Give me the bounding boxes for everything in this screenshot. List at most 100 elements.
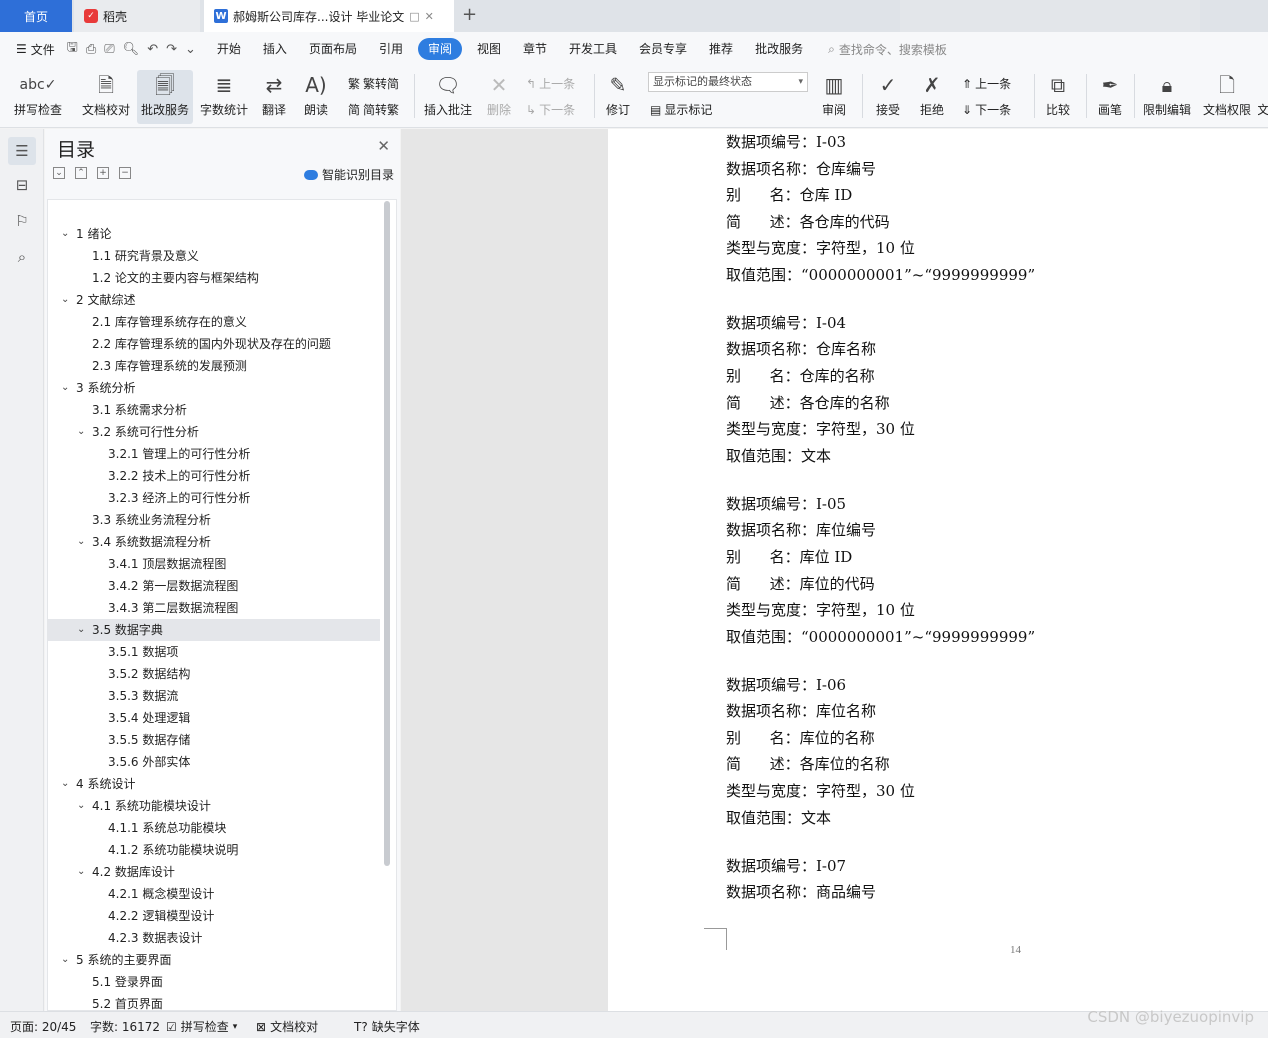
translate-button[interactable]: ⇄ 翻译 (256, 70, 292, 124)
toc-item[interactable]: ⌄ 1 绪论 (48, 223, 380, 245)
toc-item[interactable]: ⌄ 2 文献综述 (48, 289, 380, 311)
toc-item[interactable]: 3.5.2 数据结构 (48, 663, 380, 685)
spellcheck-button[interactable]: abc✓ 拼写检查 (10, 70, 66, 124)
navigation-rail-icon[interactable]: ⊟ (8, 171, 36, 199)
toc-item[interactable]: 4.2.1 概念模型设计 (48, 883, 380, 905)
chevron-down-icon[interactable]: ⌄ (77, 531, 85, 553)
toc-item[interactable]: 1.2 论文的主要内容与框架结构 (48, 267, 380, 289)
doc-permission-button[interactable]: 🗋 文档权限 (1200, 70, 1254, 124)
menu-member[interactable]: 会员专享 (628, 38, 698, 60)
markup-state-select[interactable]: 显示标记的最终状态 ▾ (648, 72, 808, 92)
read-aloud-button[interactable]: A) 朗读 (300, 70, 332, 124)
simp-to-trad-button[interactable]: 简简转繁 (348, 101, 399, 118)
menu-chapter[interactable]: 章节 (512, 38, 558, 60)
toc-item[interactable]: 5.2 首页界面 (48, 993, 380, 1010)
toc-rail-icon[interactable]: ☰ (8, 137, 36, 165)
show-markup-button[interactable]: ▤ 显示标记 (650, 101, 712, 118)
chevron-down-icon[interactable]: ⌄ (77, 421, 85, 443)
toc-item[interactable]: ⌄ 3 系统分析 (48, 377, 380, 399)
toc-item[interactable]: 3.2.1 管理上的可行性分析 (48, 443, 380, 465)
menu-reference[interactable]: 引用 (368, 38, 414, 60)
chevron-down-icon[interactable]: ⌄ (77, 795, 85, 817)
document-page[interactable] (608, 129, 1268, 1011)
toc-item[interactable]: ⌄ 3.5 数据字典 (48, 619, 380, 641)
correction-service-button[interactable]: 🗐 批改服务 (137, 70, 193, 124)
reject-button[interactable]: ✗ 拒绝 (914, 70, 950, 124)
remove-heading-icon[interactable]: − (119, 167, 131, 179)
undo-icon[interactable]: ↶ (147, 42, 158, 57)
word-count-button[interactable]: ≣ 字数统计 (198, 70, 250, 124)
spellcheck-status[interactable]: ☑ 拼写检查 ▾ (166, 1018, 237, 1035)
word-count-indicator[interactable]: 字数: 16172 (90, 1018, 160, 1035)
toc-item[interactable]: 3.2.2 技术上的可行性分析 (48, 465, 380, 487)
file-menu[interactable]: ☰ 文件 (0, 41, 67, 58)
doc-proof-button[interactable]: 🗎 文档校对 (78, 70, 134, 124)
tab-daoke[interactable]: ✓ 稻壳 (74, 0, 200, 32)
print-icon[interactable]: ⎚ (104, 42, 114, 57)
toc-item[interactable]: ⌄ 3.2 系统可行性分析 (48, 421, 380, 443)
toc-item[interactable]: 3.4.3 第二层数据流程图 (48, 597, 380, 619)
close-tab-icon[interactable]: ✕ (425, 10, 434, 23)
tab-document[interactable]: W 郝姆斯公司库存...设计 毕业论文 □ ✕ (204, 0, 454, 32)
toc-item[interactable]: ⌄ 4.1 系统功能模块设计 (48, 795, 380, 817)
export-icon[interactable]: ⎙ (86, 42, 96, 57)
toc-item[interactable]: 3.1 系统需求分析 (48, 399, 380, 421)
collapse-all-icon[interactable]: ⌄ (53, 167, 65, 179)
compare-button[interactable]: ⧉ 比较 (1040, 70, 1076, 124)
truncated-button[interactable]: 文 (1258, 70, 1268, 124)
chevron-down-icon[interactable]: ⌄ (77, 619, 85, 641)
toc-item[interactable]: 3.5.1 数据项 (48, 641, 380, 663)
chevron-down-icon[interactable]: ⌄ (77, 861, 85, 883)
menu-start[interactable]: 开始 (206, 38, 252, 60)
toc-item[interactable]: 4.2.3 数据表设计 (48, 927, 380, 949)
toc-item[interactable]: 2.2 库存管理系统的国内外现状及存在的问题 (48, 333, 380, 355)
toc-item[interactable]: ⌄ 5 系统的主要界面 (48, 949, 380, 971)
restrict-edit-button[interactable]: 🔒︎ 限制编辑 (1140, 70, 1194, 124)
menu-view[interactable]: 视图 (466, 38, 512, 60)
bookmark-rail-icon[interactable]: ⚐ (8, 207, 36, 235)
pen-button[interactable]: ✒ 画笔 (1094, 70, 1126, 124)
toc-item[interactable]: 4.1.1 系统总功能模块 (48, 817, 380, 839)
chevron-down-icon[interactable]: ⌄ (61, 773, 69, 795)
chevron-down-icon[interactable]: ⌄ (61, 223, 69, 245)
toc-item[interactable]: 2.3 库存管理系统的发展预测 (48, 355, 380, 377)
toc-item[interactable]: 1.1 研究背景及意义 (48, 245, 380, 267)
review-pane-button[interactable]: ▥ 审阅 (816, 70, 852, 124)
save-icon[interactable]: 🖫 (67, 38, 78, 60)
tab-home[interactable]: 首页 (0, 0, 72, 32)
toc-item[interactable]: 3.5.4 处理逻辑 (48, 707, 380, 729)
toc-item[interactable]: 3.4.2 第一层数据流程图 (48, 575, 380, 597)
toc-item[interactable]: ⌄ 3.4 系统数据流程分析 (48, 531, 380, 553)
pin-icon[interactable]: □ (409, 10, 419, 23)
toc-item[interactable]: ⌄ 4 系统设计 (48, 773, 380, 795)
menu-insert[interactable]: 插入 (252, 38, 298, 60)
toc-item[interactable]: 3.5.6 外部实体 (48, 751, 380, 773)
smart-toc-button[interactable]: 智能识别目录 (303, 166, 394, 183)
trad-to-simp-button[interactable]: 繁繁转简 (348, 75, 399, 92)
more-icon[interactable]: ⌄ (185, 42, 196, 57)
next-change-button[interactable]: ⇓ 下一条 (962, 101, 1011, 118)
menu-page-layout[interactable]: 页面布局 (298, 38, 368, 60)
add-heading-icon[interactable]: + (97, 167, 109, 179)
toc-item[interactable]: 4.2.2 逻辑模型设计 (48, 905, 380, 927)
toc-item[interactable]: 5.1 登录界面 (48, 971, 380, 993)
new-tab-button[interactable]: + (462, 4, 477, 25)
toc-item[interactable]: 3.4.1 顶层数据流程图 (48, 553, 380, 575)
toc-item[interactable]: 2.1 库存管理系统存在的意义 (48, 311, 380, 333)
chevron-down-icon[interactable]: ⌄ (61, 949, 69, 971)
menu-dev-tools[interactable]: 开发工具 (558, 38, 628, 60)
menu-correction[interactable]: 批改服务 (744, 38, 814, 60)
next-comment-button[interactable]: ↳ 下一条 (526, 101, 575, 118)
prev-change-button[interactable]: ⇑ 上一条 (962, 75, 1011, 92)
toc-item[interactable]: ⌄ 4.2 数据库设计 (48, 861, 380, 883)
chevron-down-icon[interactable]: ⌄ (61, 377, 69, 399)
close-icon[interactable]: ✕ (377, 137, 390, 155)
proof-status[interactable]: ⊠ 文档校对 (256, 1018, 318, 1035)
menu-recommend[interactable]: 推荐 (698, 38, 744, 60)
search-rail-icon[interactable]: ⌕ (8, 243, 36, 271)
chevron-down-icon[interactable]: ⌄ (61, 289, 69, 311)
page-indicator[interactable]: 页面: 20/45 (10, 1018, 76, 1035)
toc-item[interactable]: 3.5.5 数据存储 (48, 729, 380, 751)
toc-item[interactable]: 4.1.2 系统功能模块说明 (48, 839, 380, 861)
accept-button[interactable]: ✓ 接受 (870, 70, 906, 124)
